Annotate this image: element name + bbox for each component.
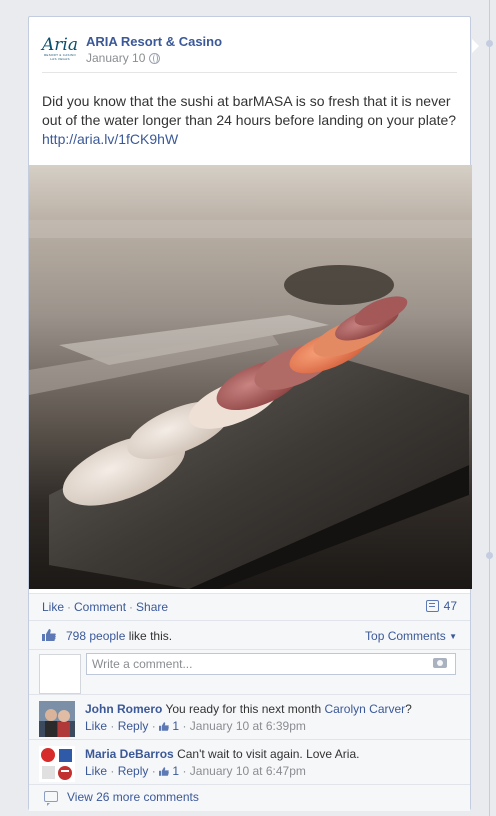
comment-like-count[interactable]: 1 xyxy=(172,764,179,778)
comment-input[interactable] xyxy=(86,653,456,675)
likes-suffix: like this. xyxy=(125,629,173,643)
comment-body: John Romero You ready for this next mont… xyxy=(85,701,462,734)
viewer-avatar xyxy=(39,654,81,694)
post-date: January 10 xyxy=(86,51,161,65)
likes-text: 798 people like this. xyxy=(66,629,172,643)
separator: · xyxy=(151,764,156,778)
timeline-arrow xyxy=(472,39,479,53)
post-message-text: Did you know that the sushi at barMASA i… xyxy=(42,93,457,128)
comment-author-link[interactable]: Maria DeBarros xyxy=(85,747,174,761)
timeline-line xyxy=(489,0,490,816)
likes-summary: 798 people like this. Top Comments ▼ xyxy=(29,620,470,649)
share-count-value: 47 xyxy=(443,599,457,613)
comment-sort-dropdown[interactable]: Top Comments ▼ xyxy=(365,629,457,643)
separator: · xyxy=(110,764,115,778)
comment-composer xyxy=(29,649,470,694)
comment-text: Can't wait to visit again. Love Aria. xyxy=(177,747,360,761)
comment-text: You ready for this next month xyxy=(165,702,322,716)
camera-icon[interactable] xyxy=(433,658,447,668)
comment-button[interactable]: Comment xyxy=(74,600,126,614)
view-more-comments[interactable]: View 26 more comments xyxy=(29,784,470,811)
globe-icon[interactable] xyxy=(149,52,161,64)
comment-sort-label: Top Comments xyxy=(365,629,446,643)
header-divider xyxy=(42,72,457,73)
post-timestamp-link[interactable]: January 10 xyxy=(86,51,145,65)
comment-item: John Romero You ready for this next mont… xyxy=(29,694,470,739)
comment-text-suffix: ? xyxy=(405,702,412,716)
sushi-photo-illustration xyxy=(29,165,472,589)
comment-mention-link[interactable]: Carolyn Carver xyxy=(324,702,405,716)
share-icon xyxy=(425,600,439,612)
commenter-photo xyxy=(39,701,75,737)
share-count[interactable]: 47 xyxy=(425,599,457,613)
comment-timestamp[interactable]: January 10 at 6:39pm xyxy=(190,719,306,733)
comment-like-button[interactable]: Like xyxy=(85,764,107,778)
post-link[interactable]: http://aria.lv/1fCK9hW xyxy=(42,130,462,149)
comment-bubble-icon xyxy=(44,791,58,806)
like-button[interactable]: Like xyxy=(42,600,64,614)
separator: · xyxy=(182,719,187,733)
thumbs-up-icon xyxy=(159,767,169,776)
share-button[interactable]: Share xyxy=(136,600,168,614)
separator: · xyxy=(182,764,187,778)
aria-logo[interactable]: Aria Resort & Casino Las Vegas xyxy=(42,31,78,67)
separator: · xyxy=(129,600,134,614)
logo-wordmark: Aria xyxy=(42,35,78,55)
post-actions-bar: Like · Comment · Share 47 xyxy=(29,593,470,620)
separator: · xyxy=(151,719,156,733)
post-header: Aria Resort & Casino Las Vegas ARIA Reso… xyxy=(42,31,457,71)
post-actions: Like · Comment · Share xyxy=(42,600,168,614)
comment-reply-button[interactable]: Reply xyxy=(118,764,149,778)
page-name-link[interactable]: ARIA Resort & Casino xyxy=(86,34,222,49)
likes-count-link[interactable]: 798 people xyxy=(66,629,125,643)
thumbs-up-icon xyxy=(42,629,56,641)
post-card: Aria Resort & Casino Las Vegas ARIA Reso… xyxy=(28,16,479,811)
thumbs-up-icon xyxy=(159,722,169,731)
timeline-dot xyxy=(486,552,493,559)
commenter-photo xyxy=(39,746,75,782)
commenter-avatar[interactable] xyxy=(39,701,75,737)
comment-like-count[interactable]: 1 xyxy=(172,719,179,733)
comment-meta: Like · Reply · 1 · January 10 at 6:39pm xyxy=(85,718,462,734)
comment-item: Maria DeBarros Can't wait to visit again… xyxy=(29,739,470,784)
comment-timestamp[interactable]: January 10 at 6:47pm xyxy=(190,764,306,778)
comment-reply-button[interactable]: Reply xyxy=(118,719,149,733)
separator: · xyxy=(67,600,72,614)
post-photo[interactable] xyxy=(29,165,472,589)
comment-author-link[interactable]: John Romero xyxy=(85,702,162,716)
timeline-dot xyxy=(486,40,493,47)
commenter-avatar[interactable] xyxy=(39,746,75,782)
post-message: Did you know that the sushi at barMASA i… xyxy=(42,92,462,149)
logo-subtitle: Resort & Casino Las Vegas xyxy=(43,53,77,61)
comment-body: Maria DeBarros Can't wait to visit again… xyxy=(85,746,462,779)
caret-down-icon: ▼ xyxy=(449,632,457,641)
comment-meta: Like · Reply · 1 · January 10 at 6:47pm xyxy=(85,763,462,779)
view-more-comments-label: View 26 more comments xyxy=(67,790,199,804)
comment-like-button[interactable]: Like xyxy=(85,719,107,733)
separator: · xyxy=(110,719,115,733)
